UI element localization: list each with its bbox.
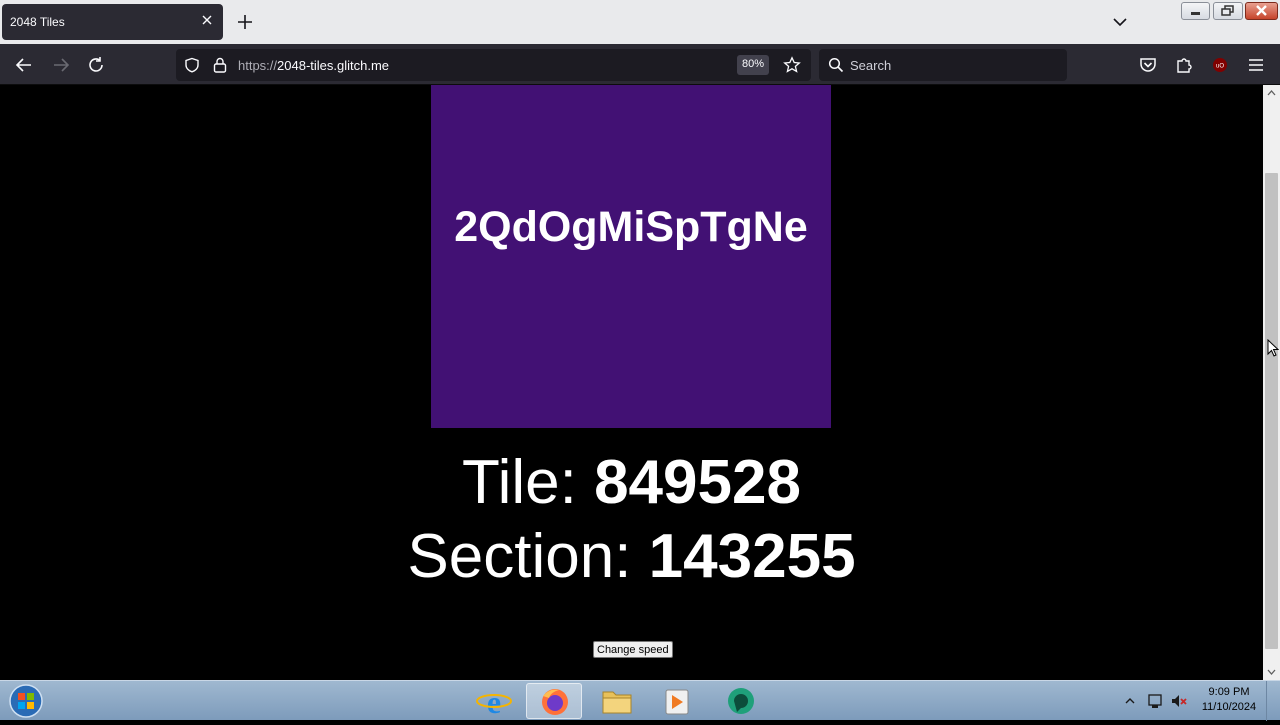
internet-explorer-icon: e (476, 684, 512, 720)
extensions-puzzle-icon[interactable] (1173, 54, 1195, 76)
show-desktop-button[interactable] (1266, 681, 1280, 721)
system-clock[interactable]: 9:09 PM 11/10/2024 (1196, 685, 1262, 715)
url-host: 2048-tiles.glitch.me (277, 58, 390, 73)
hamburger-menu-icon[interactable] (1245, 54, 1267, 76)
taskbar-file-explorer[interactable] (589, 683, 645, 719)
clock-date: 11/10/2024 (1201, 701, 1257, 713)
action-center-flag-icon[interactable] (1146, 692, 1164, 710)
section-number-line: Section: 143255 (0, 526, 1263, 588)
taskbar-app-teal[interactable] (713, 683, 769, 719)
chevron-down-icon[interactable] (1111, 13, 1129, 31)
pocket-icon[interactable] (1137, 54, 1159, 76)
navigation-bar: https://2048-tiles.glitch.me 80% Search … (0, 44, 1280, 85)
taskbar-firefox[interactable] (526, 683, 582, 719)
page-scrollbar[interactable] (1263, 85, 1280, 680)
new-tab-plus-icon[interactable] (235, 12, 255, 32)
scrollbar-thumb[interactable] (1265, 173, 1278, 649)
teal-app-icon (728, 688, 754, 714)
reload-icon[interactable] (85, 54, 107, 76)
ublock-badge-text: uO (1216, 64, 1224, 70)
search-icon (828, 57, 844, 73)
svg-text:e: e (487, 684, 501, 719)
restore-icon (1221, 5, 1234, 16)
windows-start-orb-icon[interactable] (7, 683, 45, 719)
ublock-shield-icon: uO (1213, 58, 1227, 72)
window-close-button[interactable] (1245, 2, 1278, 20)
firefox-icon (542, 689, 568, 715)
search-bar[interactable]: Search (819, 49, 1067, 81)
change-speed-button[interactable]: Change speed (593, 641, 673, 658)
tile-value: 849528 (594, 448, 801, 517)
address-bar[interactable]: https://2048-tiles.glitch.me 80% (176, 49, 811, 81)
taskbar-internet-explorer[interactable]: e (466, 683, 522, 720)
tile-label: Tile: (462, 448, 595, 517)
close-icon (1256, 5, 1267, 16)
back-arrow-icon[interactable] (13, 54, 35, 76)
show-hidden-icons-arrow-icon[interactable] (1124, 695, 1136, 707)
scroll-up-arrow-icon[interactable] (1267, 89, 1276, 98)
ublock-extension-icon[interactable]: uO (1209, 54, 1231, 76)
minimize-button[interactable] (1181, 2, 1210, 20)
clock-time: 9:09 PM (1208, 686, 1250, 698)
bookmark-star-icon[interactable] (783, 56, 801, 74)
volume-muted-icon[interactable] (1170, 692, 1188, 710)
taskbar-media-player[interactable] (650, 683, 706, 719)
tab-bar: 2048 Tiles (0, 0, 1280, 44)
scroll-down-arrow-icon[interactable] (1267, 667, 1276, 676)
tile-number-line: Tile: 849528 (0, 452, 1263, 514)
tab-2048-tiles[interactable]: 2048 Tiles (2, 4, 223, 40)
zoom-level-badge[interactable]: 80% (737, 55, 770, 75)
restore-button[interactable] (1213, 2, 1243, 20)
lock-icon[interactable] (212, 56, 228, 74)
close-icon[interactable] (199, 12, 215, 28)
tile-code: 2QdOgMiSpTgNe (454, 203, 808, 251)
folder-icon (602, 691, 632, 714)
windows-taskbar: e 9:09 PM 11/10/2024 (0, 680, 1280, 721)
minimize-icon (1191, 12, 1200, 15)
tile-color-box: 2QdOgMiSpTgNe (431, 85, 831, 428)
page-viewport: 2QdOgMiSpTgNe Tile: 849528 Section: 1432… (0, 85, 1263, 680)
url-text[interactable]: https://2048-tiles.glitch.me (238, 58, 389, 73)
section-label: Section: (407, 522, 649, 591)
media-player-icon (665, 689, 689, 715)
tab-title: 2048 Tiles (10, 15, 65, 29)
shield-icon[interactable] (184, 57, 200, 73)
forward-arrow-icon (54, 58, 70, 72)
mouse-cursor-icon (1267, 339, 1279, 357)
search-placeholder: Search (850, 58, 892, 73)
section-value: 143255 (648, 522, 856, 591)
url-protocol: https:// (238, 58, 278, 73)
